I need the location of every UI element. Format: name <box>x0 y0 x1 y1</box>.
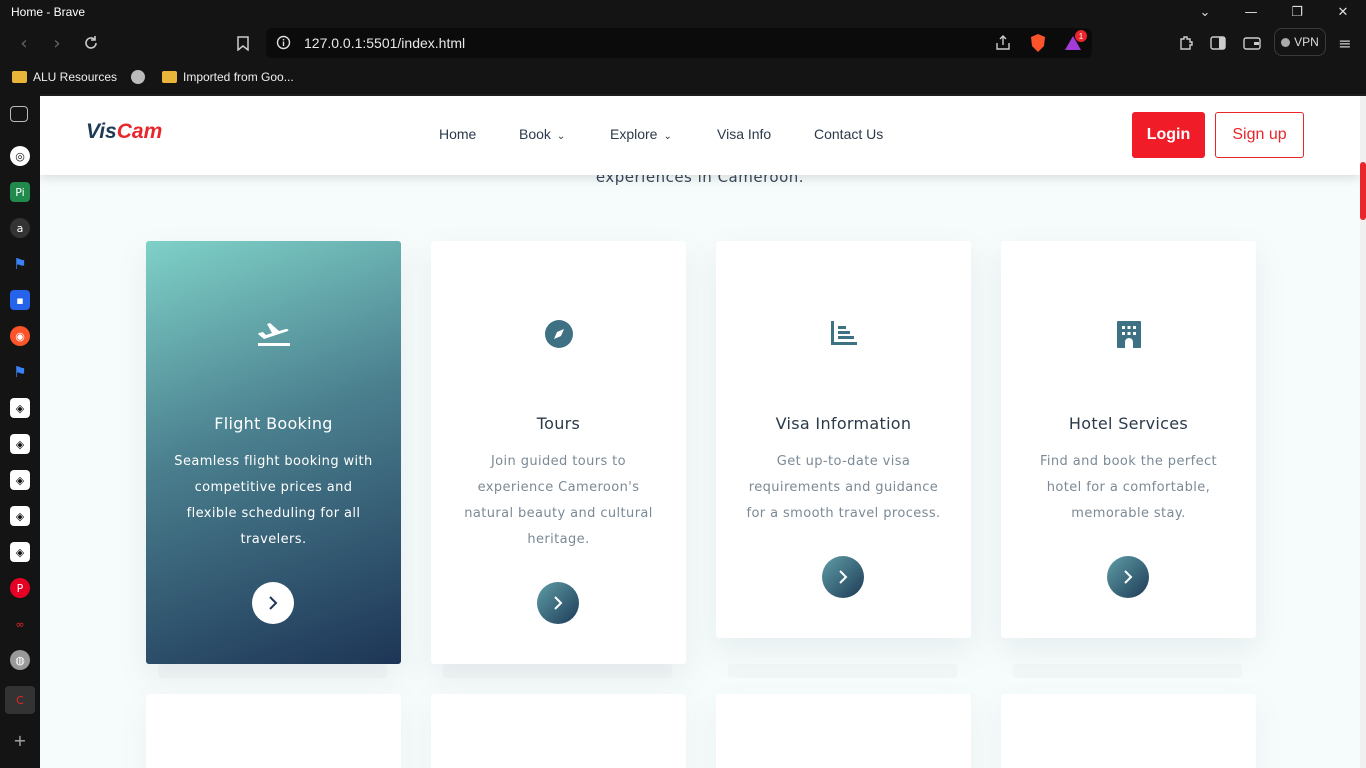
globe-icon[interactable]: ◍ <box>10 650 30 670</box>
forward-button[interactable]: › <box>43 30 71 56</box>
reload-button[interactable] <box>77 30 105 56</box>
back-button[interactable]: ‹ <box>10 30 38 56</box>
restore-button[interactable]: ❐ <box>1274 0 1320 24</box>
link-icon[interactable]: ∞ <box>10 614 30 634</box>
folder-icon <box>12 71 27 83</box>
scrollbar-thumb[interactable] <box>1360 162 1366 220</box>
site-logo[interactable]: VisCam <box>86 120 162 144</box>
site-navbar: VisCam Home Book ⌄ Explore ⌄ Visa Info Con… <box>40 96 1360 175</box>
logo-text: Vis <box>86 120 117 143</box>
card-arrow-button[interactable] <box>1107 556 1149 598</box>
vpn-button[interactable]: VPN <box>1274 28 1326 56</box>
extensions-icon[interactable] <box>1174 31 1198 55</box>
pinterest-icon[interactable]: P <box>10 578 30 598</box>
service-card-next-row[interactable] <box>716 694 971 768</box>
nav-explore[interactable]: Explore ⌄ <box>610 126 672 142</box>
card-title: Flight Booking <box>214 414 333 433</box>
page-scrollbar[interactable] <box>1360 96 1366 768</box>
codepen-icon[interactable]: ◈ <box>10 506 30 526</box>
card-arrow-button[interactable] <box>537 582 579 624</box>
site-info-icon[interactable] <box>276 35 291 53</box>
sidebar-panel-icon[interactable] <box>10 106 28 122</box>
nav-visa-info[interactable]: Visa Info <box>717 126 771 142</box>
nav-home[interactable]: Home <box>439 126 476 142</box>
bookmark-alu-resources[interactable]: ALU Resources <box>12 70 117 84</box>
address-bar[interactable]: 127.0.0.1:5501/index.html 1 <box>266 28 1092 58</box>
bookmark-imported[interactable]: Imported from Goo... <box>162 70 294 84</box>
compass-icon <box>431 319 686 353</box>
chevron-down-icon: ⌄ <box>663 131 672 142</box>
bookmarks-bar: ALU Resources Imported from Goo... <box>0 62 1366 94</box>
bookmark-globe[interactable] <box>131 70 145 84</box>
login-button[interactable]: Login <box>1132 112 1205 158</box>
add-icon[interactable]: + <box>10 730 30 750</box>
url-text: 127.0.0.1:5501/index.html <box>304 35 466 51</box>
card-description: Join guided tours to experience Cameroon… <box>464 454 653 547</box>
card-shadow <box>158 664 387 678</box>
tab-search-chevron-icon[interactable]: ⌄ <box>1182 0 1228 24</box>
sidebar-toggle-icon[interactable] <box>1206 31 1230 55</box>
service-card-next-row[interactable] <box>146 694 401 768</box>
codepen-icon[interactable]: ◈ <box>10 434 30 454</box>
page-viewport: experiences in Cameroon. VisCam Home Boo… <box>40 96 1360 768</box>
nav-book-label: Book <box>519 126 551 142</box>
minimize-button[interactable]: — <box>1228 0 1274 24</box>
hotel-building-icon <box>1001 319 1256 353</box>
nav-contact[interactable]: Contact Us <box>814 126 883 142</box>
service-card-hotel-services[interactable]: Hotel Services Find and book the perfect… <box>1001 241 1256 638</box>
globe-icon <box>131 70 145 84</box>
bookmark-page-icon[interactable] <box>229 30 257 56</box>
active-app-icon[interactable]: C <box>5 686 35 714</box>
folder-icon <box>162 71 177 83</box>
app-icon[interactable]: ▪ <box>10 290 30 310</box>
service-card-next-row[interactable] <box>431 694 686 768</box>
card-description: Get up-to-date visa requirements and gui… <box>746 454 941 521</box>
amazon-icon[interactable]: a <box>10 218 30 238</box>
card-shadow <box>443 664 672 678</box>
logo-accent-text: Cam <box>116 120 163 143</box>
flag-icon[interactable]: ⚑ <box>10 254 30 274</box>
rewards-badge: 1 <box>1075 30 1087 42</box>
card-shadow <box>728 664 957 678</box>
card-arrow-button[interactable] <box>252 582 294 624</box>
card-arrow-button[interactable] <box>822 556 864 598</box>
brave-icon[interactable]: ◉ <box>10 326 30 346</box>
window-titlebar: Home - Brave ⌄ — ❐ ✕ <box>0 0 1366 24</box>
card-title: Visa Information <box>775 414 912 433</box>
chart-list-icon <box>716 319 971 353</box>
service-card-flight-booking[interactable]: Flight Booking Seamless flight booking w… <box>146 241 401 664</box>
service-card-next-row[interactable] <box>1001 694 1256 768</box>
close-window-button[interactable]: ✕ <box>1320 0 1366 24</box>
card-shadow <box>1013 664 1242 678</box>
service-card-tours[interactable]: Tours Join guided tours to experience Ca… <box>431 241 686 664</box>
flag-icon[interactable]: ⚑ <box>10 362 30 382</box>
menu-icon[interactable]: ≡ <box>1333 31 1357 55</box>
vpn-status-icon <box>1281 37 1291 47</box>
browser-sidebar: ◎ Pi a ⚑ ▪ ◉ ⚑ ◈ ◈ ◈ ◈ ◈ P ∞ ◍ C + <box>0 94 40 768</box>
plane-departure-icon <box>146 319 401 353</box>
signup-button[interactable]: Sign up <box>1215 112 1304 158</box>
codepen-icon[interactable]: ◈ <box>10 470 30 490</box>
card-title: Hotel Services <box>1068 414 1189 433</box>
chevron-down-icon: ⌄ <box>556 131 566 142</box>
chatgpt-icon[interactable]: ◎ <box>10 146 30 166</box>
pi-icon[interactable]: Pi <box>10 182 30 202</box>
share-icon[interactable] <box>994 34 1012 55</box>
card-description: Find and book the perfect hotel for a co… <box>1039 454 1218 521</box>
codepen-icon[interactable]: ◈ <box>10 542 30 562</box>
card-description: Seamless flight booking with competitive… <box>174 454 373 547</box>
service-card-visa-information[interactable]: Visa Information Get up-to-date visa req… <box>716 241 971 638</box>
bookmark-label: ALU Resources <box>33 70 118 84</box>
nav-explore-label: Explore <box>610 126 658 142</box>
window-title: Home - Brave <box>11 5 86 19</box>
bookmark-label: Imported from Goo... <box>183 70 294 84</box>
vpn-label: VPN <box>1294 35 1319 49</box>
codepen-icon[interactable]: ◈ <box>10 398 30 418</box>
wallet-icon[interactable] <box>1240 31 1264 55</box>
brave-shields-icon[interactable] <box>1029 33 1047 56</box>
card-title: Tours <box>536 414 581 433</box>
nav-book[interactable]: Book ⌄ <box>519 126 565 142</box>
browser-toolbar: ‹ › 127.0.0.1:5501/index.html 1 VPN ≡ <box>0 24 1366 62</box>
